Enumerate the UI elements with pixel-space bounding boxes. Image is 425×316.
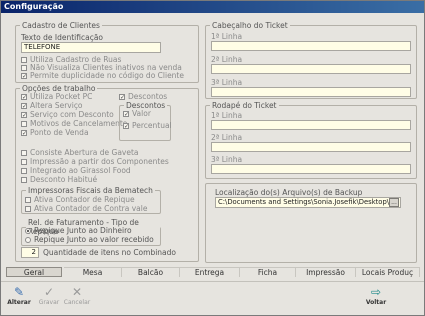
alterar-label: Alterar [7,299,31,306]
cabecalho-linha2-field[interactable] [211,64,411,74]
ponto-venda-label: Ponto de Venda [30,128,89,137]
contador-repique-checkbox[interactable] [25,197,31,203]
rodape-linha3-field[interactable] [211,164,411,174]
desconto-habitue-checkbox[interactable] [21,177,27,183]
rodape-linha3-label: 3ª Linha [211,155,243,164]
toolbar-divider [1,281,424,282]
cancel-icon: ✕ [71,285,83,299]
utiliza-pocket-checkbox[interactable]: ✓ [21,94,27,101]
motivos-cancelamento-checkbox[interactable] [21,121,27,127]
utiliza-pocket-label: Utiliza Pocket PC [30,92,93,101]
repique-valor-recebido-radio[interactable] [25,237,31,243]
tab-mesa[interactable]: Mesa [64,267,122,277]
girassol-food-checkbox[interactable] [21,168,27,174]
repique-valor-recebido-label: Repique Junto ao valor recebido [34,235,154,244]
permite-duplicidade-label: Permite duplicidade no código do Cliente [30,71,184,80]
cabecalho-linha2-label: 2ª Linha [211,55,243,64]
impressao-componentes-checkbox[interactable] [21,159,27,165]
tab-entrega[interactable]: Entrega [180,267,240,277]
backup-location-field[interactable]: C:\Documents and Settings\Sonia.Josefik\… [215,197,401,208]
descontos-label: Descontos [128,92,168,101]
cabecalho-ticket-legend: Cabeçalho do Ticket [212,21,288,30]
contador-contra-vale-label: Ativa Contador de Contra vale [34,204,148,213]
desconto-percentual-checkbox[interactable]: ✓ [123,123,129,130]
tab-locais-producao[interactable]: Locais Produç [356,267,420,277]
texto-identificacao-field[interactable]: TELEFONE [21,42,161,53]
check-icon: ✓ [43,285,55,299]
gravar-label: Gravar [38,299,60,306]
servico-desconto-label: Serviço com Desconto [30,110,114,119]
contador-repique-label: Ativa Contador de Repique [34,195,135,204]
rodape-linha2-label: 2ª Linha [211,133,243,142]
quantidade-combinado-field[interactable]: 2 [21,247,39,258]
cadastro-clientes-legend: Cadastro de Clientes [22,21,100,30]
consiste-gaveta-checkbox[interactable] [21,150,27,156]
tab-geral[interactable]: Geral [6,267,62,277]
cancelar-label: Cancelar [63,299,91,306]
impressao-componentes-label: Impressão a partir dos Componentes [30,157,169,166]
rodape-linha1-label: 1ª Linha [211,111,243,120]
exit-door-icon: ⇨ [370,285,382,299]
desconto-percentual-label: Percentual [132,121,172,130]
nao-visualiza-inativos-checkbox[interactable] [21,65,27,71]
ponto-venda-checkbox[interactable]: ✓ [21,130,27,137]
servico-desconto-checkbox[interactable]: ✓ [21,112,27,119]
quantidade-combinado-label: Quantidade de itens no Combinado [43,248,176,257]
backup-browse-button[interactable]: ... [389,198,399,207]
alterar-button[interactable]: ✎ Alterar [7,285,31,306]
descontos-checkbox[interactable]: ✓ [119,94,125,101]
cabecalho-linha1-label: 1ª Linha [211,32,243,41]
repique-dinheiro-radio[interactable] [25,228,31,234]
texto-identificacao-label: Texto de Identificação [21,33,104,42]
contador-contra-vale-checkbox[interactable] [25,206,31,212]
tab-ficha[interactable]: Ficha [240,267,296,277]
voltar-label: Voltar [365,299,387,306]
rodape-linha1-field[interactable] [211,120,411,130]
repique-dinheiro-label: Repique Junto ao Dinheiro [34,226,132,235]
desconto-valor-checkbox[interactable]: ✓ [123,111,129,118]
altera-servico-label: Altera Serviço [30,101,83,110]
permite-duplicidade-checkbox[interactable]: ✓ [21,73,27,80]
backup-location-label: Localização do(s) Arquivo(s) de Backup [215,188,363,197]
desconto-valor-label: Valor [132,109,151,118]
tab-impressao[interactable]: Impressão [296,267,356,277]
cabecalho-linha3-field[interactable] [211,87,411,97]
cabecalho-linha1-field[interactable] [211,41,411,51]
rodape-linha2-field[interactable] [211,142,411,152]
voltar-button[interactable]: ⇨ Voltar [363,285,389,306]
girassol-food-label: Integrado ao Girassol Food [30,166,131,175]
config-window: Configuração Cadastro de Clientes Texto … [0,0,425,316]
tab-bar: Geral Mesa Balcão Entrega Ficha Impressã… [6,267,421,277]
window-title: Configuração [1,1,424,13]
cancelar-button[interactable]: ✕ Cancelar [63,285,91,306]
altera-servico-checkbox[interactable]: ✓ [21,103,27,110]
motivos-cancelamento-label: Motivos de Cancelamento [30,119,128,128]
consiste-gaveta-label: Consiste Abertura de Gaveta [30,148,139,157]
gravar-button[interactable]: ✓ Gravar [37,285,61,306]
desconto-habitue-label: Desconto Habitué [30,175,98,184]
tab-balcao[interactable]: Balcão [122,267,180,277]
rodape-ticket-legend: Rodapé do Ticket [212,101,277,110]
impressoras-fiscais-legend: Impressoras Fiscais da Bematech [28,186,153,195]
utiliza-cadastro-ruas-checkbox[interactable] [21,57,27,63]
edit-icon: ✎ [13,285,25,299]
cabecalho-linha3-label: 3ª Linha [211,78,243,87]
